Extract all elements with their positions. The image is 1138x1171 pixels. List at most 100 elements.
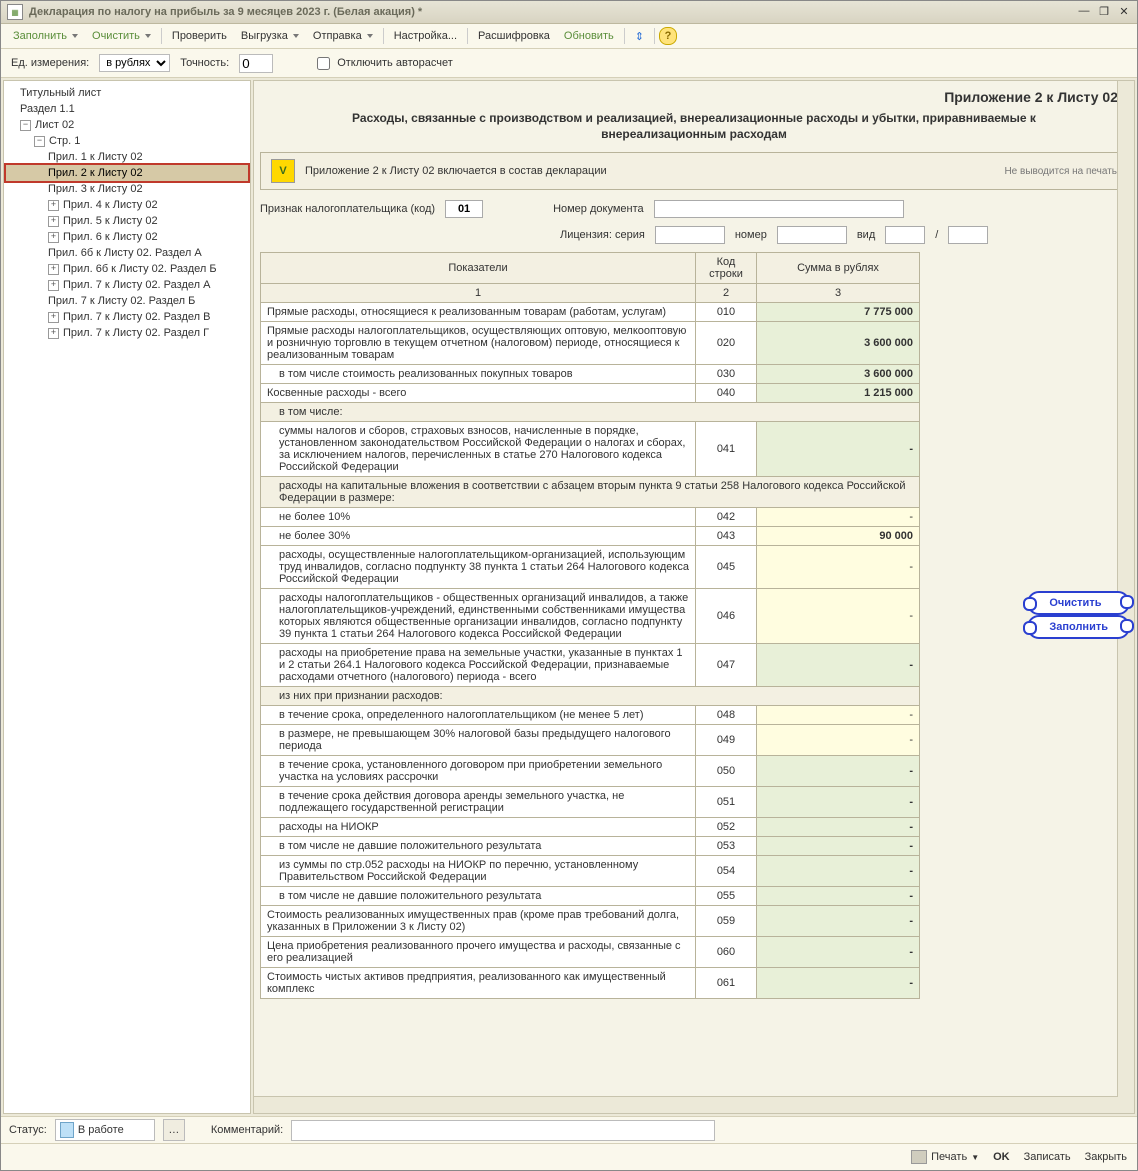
code-cell: 045 — [696, 546, 757, 589]
bubble-fill[interactable]: Заполнить — [1027, 615, 1130, 639]
license-number-input[interactable] — [777, 226, 847, 244]
tree-app-6[interactable]: +Прил. 6 к Листу 02 — [6, 229, 248, 245]
table-row: расходы налогоплательщиков - общественны… — [261, 589, 920, 644]
send-button[interactable]: Отправка — [307, 28, 379, 44]
expand-icon[interactable]: + — [48, 312, 59, 323]
code-cell: 040 — [696, 384, 757, 403]
setup-button[interactable]: Настройка... — [388, 28, 463, 44]
noprint-label: Не выводится на печать — [1004, 166, 1117, 177]
tree-title-page[interactable]: Титульный лист — [6, 85, 248, 101]
expand-collapse-icon[interactable]: ⇕ — [629, 28, 650, 45]
unit-select[interactable]: в рублях — [99, 54, 170, 72]
sum-cell[interactable]: - — [757, 906, 920, 937]
upload-button[interactable]: Выгрузка — [235, 28, 305, 44]
help-icon[interactable]: ? — [659, 27, 677, 45]
tree-app-3[interactable]: Прил. 3 к Листу 02 — [6, 181, 248, 197]
tree-app-7-b[interactable]: Прил. 7 к Листу 02. Раздел Б — [6, 293, 248, 309]
title-bar: ▦ Декларация по налогу на прибыль за 9 м… — [1, 1, 1137, 24]
check-button[interactable]: Проверить — [166, 28, 233, 44]
sum-cell[interactable]: 90 000 — [757, 527, 920, 546]
nav-tree[interactable]: Титульный лист Раздел 1.1 −Лист 02 −Стр.… — [3, 80, 251, 1114]
autocalc-checkbox[interactable]: Отключить авторасчет — [313, 54, 453, 73]
sum-cell[interactable]: 3 600 000 — [757, 322, 920, 365]
code-cell: 049 — [696, 725, 757, 756]
sum-cell[interactable]: - — [757, 818, 920, 837]
refresh-button[interactable]: Обновить — [558, 28, 620, 44]
sum-cell[interactable]: - — [757, 725, 920, 756]
comment-input[interactable] — [291, 1120, 715, 1141]
sum-cell[interactable]: 3 600 000 — [757, 365, 920, 384]
tree-app-6b-b[interactable]: +Прил. 6б к Листу 02. Раздел Б — [6, 261, 248, 277]
sum-cell[interactable]: 7 775 000 — [757, 303, 920, 322]
status-choose-button[interactable]: … — [163, 1119, 185, 1141]
license-type-1-input[interactable] — [885, 226, 925, 244]
fill-button[interactable]: Заполнить — [7, 28, 84, 44]
tree-page-1[interactable]: −Стр. 1 — [6, 133, 248, 149]
sum-cell[interactable]: - — [757, 937, 920, 968]
tree-app-1[interactable]: Прил. 1 к Листу 02 — [6, 149, 248, 165]
collapse-icon[interactable]: − — [34, 136, 45, 147]
taxpayer-code-input[interactable] — [445, 200, 483, 218]
include-label: Приложение 2 к Листу 02 включается в сос… — [305, 165, 607, 177]
license-type-2-input[interactable] — [948, 226, 988, 244]
tree-app-6b-a[interactable]: Прил. 6б к Листу 02. Раздел А — [6, 245, 248, 261]
sum-cell[interactable]: - — [757, 837, 920, 856]
indicator-cell: в том числе не давшие положительного рез… — [261, 887, 696, 906]
vertical-scrollbar[interactable] — [1117, 81, 1134, 1097]
table-row: в том числе не давшие положительного рез… — [261, 887, 920, 906]
minimize-button[interactable]: — — [1077, 4, 1091, 18]
sum-cell[interactable]: - — [757, 787, 920, 818]
status-field[interactable]: В работе — [55, 1119, 155, 1141]
save-button[interactable]: Записать — [1024, 1151, 1071, 1163]
expand-icon[interactable]: + — [48, 264, 59, 275]
include-toggle[interactable]: V — [271, 159, 295, 183]
expand-icon[interactable]: + — [48, 328, 59, 339]
print-button[interactable]: Печать ▼ — [911, 1150, 979, 1164]
sum-cell[interactable]: - — [757, 756, 920, 787]
decode-button[interactable]: Расшифровка — [472, 28, 556, 44]
tree-app-2[interactable]: Прил. 2 к Листу 02 — [6, 165, 248, 181]
expand-icon[interactable]: + — [48, 280, 59, 291]
ok-button[interactable]: OK — [993, 1151, 1010, 1163]
docnum-input[interactable] — [654, 200, 904, 218]
close-footer-button[interactable]: Закрыть — [1085, 1151, 1127, 1163]
tree-app-5[interactable]: +Прил. 5 к Листу 02 — [6, 213, 248, 229]
expand-icon[interactable]: + — [48, 232, 59, 243]
indicator-cell: в течение срока действия договора аренды… — [261, 787, 696, 818]
tree-app-7-v[interactable]: +Прил. 7 к Листу 02. Раздел В — [6, 309, 248, 325]
sum-cell[interactable]: - — [757, 644, 920, 687]
type-label: вид — [857, 229, 875, 241]
collapse-icon[interactable]: − — [20, 120, 31, 131]
code-cell: 042 — [696, 508, 757, 527]
sum-cell[interactable]: - — [757, 546, 920, 589]
precision-input[interactable] — [239, 54, 273, 73]
close-button[interactable]: ✕ — [1117, 4, 1131, 18]
expand-icon[interactable]: + — [48, 216, 59, 227]
sum-cell[interactable]: 1 215 000 — [757, 384, 920, 403]
code-cell: 041 — [696, 422, 757, 477]
expand-icon[interactable]: + — [48, 200, 59, 211]
sum-cell[interactable]: - — [757, 422, 920, 477]
tree-app-4[interactable]: +Прил. 4 к Листу 02 — [6, 197, 248, 213]
table-row: не более 10%042- — [261, 508, 920, 527]
clear-button[interactable]: Очистить — [86, 28, 157, 44]
horizontal-scrollbar[interactable] — [254, 1096, 1134, 1113]
tree-section-1-1[interactable]: Раздел 1.1 — [6, 101, 248, 117]
sum-cell[interactable]: - — [757, 887, 920, 906]
sum-cell[interactable]: - — [757, 706, 920, 725]
tree-sheet-02[interactable]: −Лист 02 — [6, 117, 248, 133]
maximize-button[interactable]: ❐ — [1097, 4, 1111, 18]
bubble-clear[interactable]: Очистить — [1027, 591, 1130, 615]
tree-app-7-g[interactable]: +Прил. 7 к Листу 02. Раздел Г — [6, 325, 248, 341]
sum-cell[interactable]: - — [757, 589, 920, 644]
sum-cell[interactable]: - — [757, 856, 920, 887]
tree-app-7-a[interactable]: +Прил. 7 к Листу 02. Раздел А — [6, 277, 248, 293]
sum-cell[interactable]: - — [757, 508, 920, 527]
indicator-cell: расходы налогоплательщиков - общественны… — [261, 589, 696, 644]
content-pane: Приложение 2 к Листу 02 Расходы, связанн… — [253, 80, 1135, 1114]
unit-label: Ед. измерения: — [11, 57, 89, 69]
license-series-input[interactable] — [655, 226, 725, 244]
sum-cell[interactable]: - — [757, 968, 920, 999]
indicator-cell: Косвенные расходы - всего — [261, 384, 696, 403]
indicator-cell: суммы налогов и сборов, страховых взносо… — [261, 422, 696, 477]
